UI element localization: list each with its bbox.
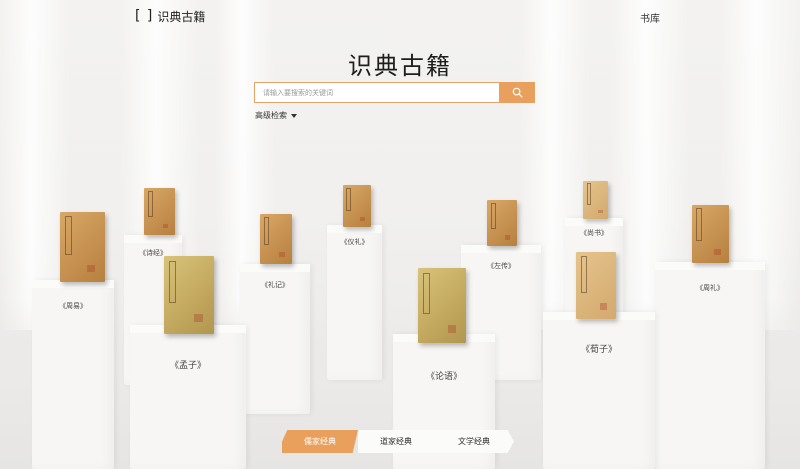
book-cover-xunzi[interactable] <box>576 252 616 319</box>
book-label[interactable]: 《左传》 <box>461 261 541 271</box>
book-cover-shangshu[interactable] <box>583 181 608 219</box>
tab-literary-classics[interactable]: 文学经典 <box>434 430 514 453</box>
pedestal: 《荀子》 <box>543 312 655 469</box>
pedestal: 《孟子》 <box>130 325 246 469</box>
book-label[interactable]: 《孟子》 <box>130 358 246 371</box>
book-label[interactable]: 《礼记》 <box>240 280 310 290</box>
category-tabs: 儒家经典 道家经典 文学经典 <box>282 430 514 453</box>
book-cover-zuozhuan[interactable] <box>487 200 517 246</box>
tab-taoist-classics[interactable]: 道家经典 <box>358 430 434 453</box>
page-title: 识典古籍 <box>348 52 452 80</box>
book-cover-zhouyi[interactable] <box>60 212 105 282</box>
logo-mark: [ ] <box>135 8 154 24</box>
logo[interactable]: [ ] 识典古籍 <box>135 7 205 25</box>
search-button[interactable] <box>500 82 535 103</box>
caret-down-icon <box>291 113 297 118</box>
book-label[interactable]: 《周礼》 <box>655 283 765 293</box>
library-link[interactable]: 书库 <box>640 10 660 25</box>
pedestal: 《周礼》 <box>655 262 765 469</box>
book-cover-yili[interactable] <box>343 185 371 227</box>
book-label[interactable]: 《尚书》 <box>565 228 623 238</box>
pedestal: 《礼记》 <box>240 264 310 414</box>
advanced-search-toggle[interactable]: 高级检索 <box>255 110 297 121</box>
book-cover-zhouli[interactable] <box>692 205 729 263</box>
book-cover-lunyu[interactable] <box>418 268 466 343</box>
logo-text: 识典古籍 <box>157 9 206 24</box>
pedestal: 《仪礼》 <box>327 225 382 380</box>
book-cover-shijing[interactable] <box>144 188 175 235</box>
book-label[interactable]: 《论语》 <box>393 369 495 382</box>
advanced-search-label: 高级检索 <box>255 111 287 120</box>
search-bar <box>254 82 535 103</box>
book-cover-liji[interactable] <box>260 214 292 264</box>
book-cover-mengzi[interactable] <box>164 256 214 334</box>
book-label[interactable]: 《周易》 <box>32 301 114 311</box>
search-icon <box>512 87 523 98</box>
search-input[interactable] <box>254 82 500 103</box>
book-label[interactable]: 《荀子》 <box>543 342 655 355</box>
book-label[interactable]: 《仪礼》 <box>327 237 382 247</box>
pedestal: 《周易》 <box>32 280 114 469</box>
tab-confucian-classics[interactable]: 儒家经典 <box>282 430 358 453</box>
